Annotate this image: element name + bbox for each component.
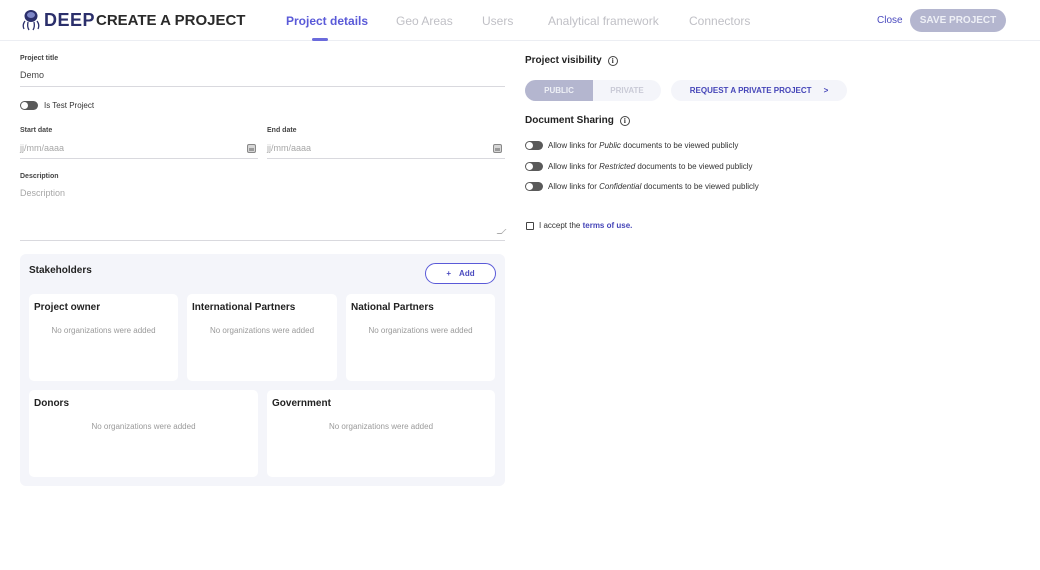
add-label: Add <box>459 269 475 278</box>
accept-terms-checkbox[interactable] <box>526 222 534 230</box>
start-date-calendar-icon[interactable] <box>247 144 256 153</box>
description-textarea[interactable]: Description <box>20 188 65 198</box>
project-title-input[interactable]: Demo <box>20 70 44 80</box>
accept-terms-prefix: I accept the <box>539 221 583 230</box>
end-date-input[interactable]: jj/mm/aaaa <box>267 143 311 153</box>
description-label: Description <box>20 173 59 180</box>
save-project-button[interactable]: SAVE PROJECT <box>910 9 1006 32</box>
page-title: CREATE A PROJECT <box>96 12 246 29</box>
document-sharing-title: Document Sharing <box>525 115 614 126</box>
toggle-level: Restricted <box>599 162 636 171</box>
top-bar: DEEP CREATE A PROJECT Project details Ge… <box>0 0 1040 41</box>
request-private-project-button[interactable]: REQUEST A PRIVATE PROJECT > <box>671 80 847 101</box>
close-button[interactable]: Close <box>877 15 903 26</box>
toggle-suffix: documents to be viewed publicly <box>620 141 739 150</box>
toggle-level: Confidential <box>599 182 642 191</box>
toggle-prefix: Allow links for <box>548 182 600 191</box>
card-title: International Partners <box>192 302 296 313</box>
stakeholder-card-government: Government No organizations were added <box>267 390 495 477</box>
toggle-prefix: Allow links for <box>548 162 600 171</box>
start-date-input[interactable]: jj/mm/aaaa <box>20 143 64 153</box>
document-sharing-heading: Document Sharing i <box>525 115 630 126</box>
deep-logo[interactable]: DEEP <box>19 8 95 32</box>
project-visibility-heading: Project visibility i <box>525 55 618 66</box>
restricted-sharing-toggle[interactable] <box>525 162 543 171</box>
confidential-sharing-toggle[interactable] <box>525 182 543 191</box>
test-project-label: Is Test Project <box>44 101 95 110</box>
card-empty-text: No organizations were added <box>91 422 196 431</box>
visibility-option-private[interactable]: PRIVATE <box>593 80 661 101</box>
confidential-sharing-label: Allow links for Confidential documents t… <box>548 182 759 191</box>
visibility-option-public[interactable]: PUBLIC <box>525 80 593 101</box>
info-icon[interactable]: i <box>607 55 618 66</box>
request-private-label: REQUEST A PRIVATE PROJECT <box>689 86 812 95</box>
description-underline <box>20 240 505 241</box>
tab-project-details[interactable]: Project details <box>286 14 368 28</box>
end-date-label: End date <box>267 127 297 134</box>
card-title: Project owner <box>34 302 101 313</box>
accept-terms-label: I accept the terms of use. <box>539 221 632 230</box>
toggle-prefix: Allow links for <box>548 141 600 150</box>
card-empty-text: No organizations were added <box>209 326 315 335</box>
tab-analytical-framework[interactable]: Analytical framework <box>548 14 659 28</box>
logo-text: DEEP <box>44 9 96 30</box>
info-icon[interactable]: i <box>619 115 630 126</box>
stakeholders-title: Stakeholders <box>29 265 92 276</box>
tab-users[interactable]: Users <box>482 14 513 28</box>
active-tab-indicator <box>312 38 328 41</box>
card-empty-text: No organizations were added <box>328 422 434 431</box>
stakeholder-card-project-owner: Project owner No organizations were adde… <box>29 294 178 381</box>
end-date-underline <box>267 158 505 159</box>
tab-geo-areas[interactable]: Geo Areas <box>396 14 453 28</box>
visibility-segmented-control: PUBLIC PRIVATE <box>525 80 661 101</box>
add-stakeholder-button[interactable]: + Add <box>425 263 496 284</box>
public-sharing-label: Allow links for Public documents to be v… <box>548 141 738 150</box>
tab-connectors[interactable]: Connectors <box>689 14 750 28</box>
card-empty-text: No organizations were added <box>368 326 473 335</box>
card-empty-text: No organizations were added <box>51 326 156 335</box>
toggle-suffix: documents to be viewed publicly <box>635 162 753 171</box>
restricted-sharing-label: Allow links for Restricted documents to … <box>548 162 753 171</box>
plus-icon: + <box>446 269 452 278</box>
public-sharing-toggle[interactable] <box>525 141 543 150</box>
textarea-resize-handle[interactable] <box>496 229 507 234</box>
start-date-label: Start date <box>20 127 53 134</box>
project-title-underline <box>20 86 505 87</box>
toggle-level: Public <box>599 141 621 150</box>
card-title: Government <box>272 398 331 409</box>
card-title: National Partners <box>351 302 434 313</box>
project-title-label: Project title <box>20 55 59 62</box>
start-date-underline <box>20 158 258 159</box>
stakeholder-card-donors: Donors No organizations were added <box>29 390 258 477</box>
card-title: Donors <box>34 398 69 409</box>
end-date-calendar-icon[interactable] <box>493 144 502 153</box>
terms-of-use-link[interactable]: terms of use. <box>583 221 633 230</box>
octopus-logo-icon <box>22 10 40 31</box>
chevron-right-icon: > <box>823 86 829 95</box>
project-visibility-title: Project visibility <box>525 55 602 66</box>
test-project-toggle[interactable] <box>20 101 38 110</box>
stakeholder-card-national-partners: National Partners No organizations were … <box>346 294 495 381</box>
toggle-suffix: documents to be viewed publicly <box>641 182 759 191</box>
stakeholder-card-international-partners: International Partners No organizations … <box>187 294 337 381</box>
